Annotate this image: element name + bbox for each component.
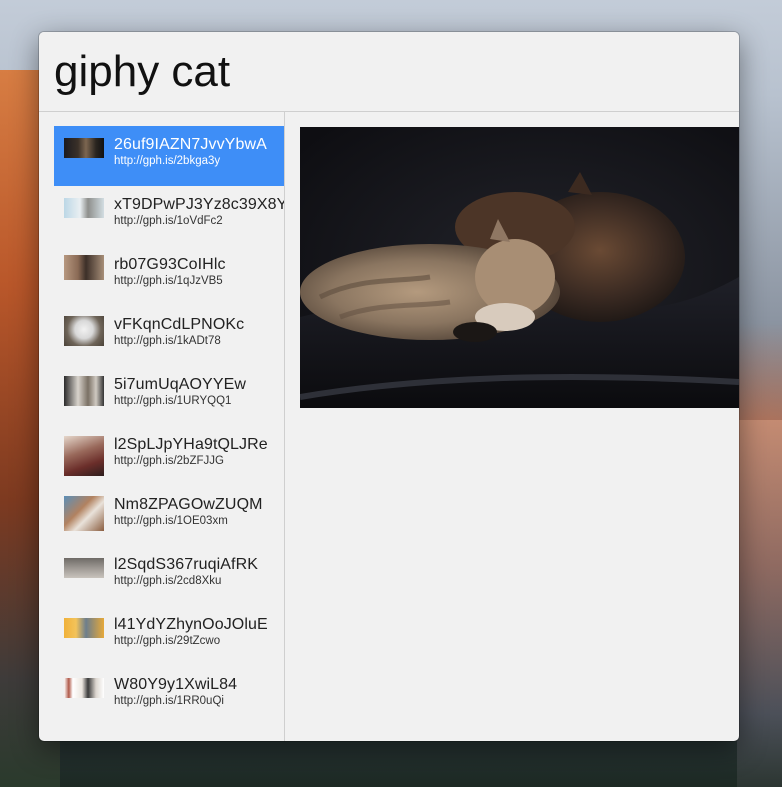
result-title: 5i7umUqAOYYEw (114, 376, 247, 393)
result-title: l41YdYZhynOoJOluE (114, 616, 268, 633)
result-item[interactable]: rb07G93CoIHlc http://gph.is/1qJzVB5 (54, 246, 284, 306)
results-list: 26uf9IAZN7JvvYbwA http://gph.is/2bkga3y … (39, 112, 285, 741)
gif-thumbnail (64, 376, 104, 406)
gif-thumbnail (64, 618, 104, 638)
gif-thumbnail (64, 496, 104, 531)
result-item[interactable]: l2SqdS367ruqiAfRK http://gph.is/2cd8Xku (54, 546, 284, 606)
result-url: http://gph.is/1kADt78 (114, 335, 221, 347)
launcher-window: 26uf9IAZN7JvvYbwA http://gph.is/2bkga3y … (39, 32, 739, 741)
gif-preview (300, 127, 739, 408)
result-item[interactable]: vFKqnCdLPNOKc http://gph.is/1kADt78 (54, 306, 284, 366)
gif-thumbnail (64, 198, 104, 218)
result-title: xT9DPwPJ3Yz8c39X8Y (114, 196, 284, 213)
result-title: l2SqdS367ruqiAfRK (114, 556, 259, 573)
result-item[interactable]: l41YdYZhynOoJOluE http://gph.is/29tZcwo (54, 606, 284, 666)
desktop-wallpaper-mountain (737, 420, 782, 787)
result-item[interactable]: 26uf9IAZN7JvvYbwA http://gph.is/2bkga3y (54, 126, 284, 186)
result-url: http://gph.is/2cd8Xku (114, 575, 222, 587)
result-url: http://gph.is/2bZFJJG (114, 455, 224, 467)
result-title: vFKqnCdLPNOKc (114, 316, 245, 333)
search-bar (39, 32, 739, 112)
result-item[interactable]: xT9DPwPJ3Yz8c39X8Y http://gph.is/1oVdFc2 (54, 186, 284, 246)
result-item[interactable]: 5i7umUqAOYYEw http://gph.is/1URYQQ1 (54, 366, 284, 426)
result-title: W80Y9y1XwiL84 (114, 676, 238, 693)
result-url: http://gph.is/1RR0uQi (114, 695, 224, 707)
result-title: rb07G93CoIHlc (114, 256, 226, 273)
result-url: http://gph.is/2bkga3y (114, 155, 221, 167)
result-url: http://gph.is/1oVdFc2 (114, 215, 223, 227)
result-url: http://gph.is/1OE03xm (114, 515, 228, 527)
result-title: l2SpLJpYHa9tQLJRe (114, 436, 268, 453)
gif-thumbnail (64, 316, 104, 346)
cats-cuddling-image (300, 127, 739, 408)
search-input[interactable] (54, 42, 724, 102)
result-url: http://gph.is/1qJzVB5 (114, 275, 223, 287)
result-item[interactable]: W80Y9y1XwiL84 http://gph.is/1RR0uQi (54, 666, 284, 726)
result-title: Nm8ZPAGOwZUQM (114, 496, 263, 513)
gif-thumbnail (64, 255, 104, 280)
result-url: http://gph.is/1URYQQ1 (114, 395, 232, 407)
result-title: 26uf9IAZN7JvvYbwA (114, 136, 267, 153)
gif-thumbnail (64, 138, 104, 158)
gif-thumbnail (64, 678, 104, 698)
result-item[interactable]: l2SpLJpYHa9tQLJRe http://gph.is/2bZFJJG (54, 426, 284, 486)
gif-thumbnail (64, 436, 104, 476)
result-url: http://gph.is/29tZcwo (114, 635, 221, 647)
gif-thumbnail (64, 558, 104, 578)
result-item[interactable]: Nm8ZPAGOwZUQM http://gph.is/1OE03xm (54, 486, 284, 546)
